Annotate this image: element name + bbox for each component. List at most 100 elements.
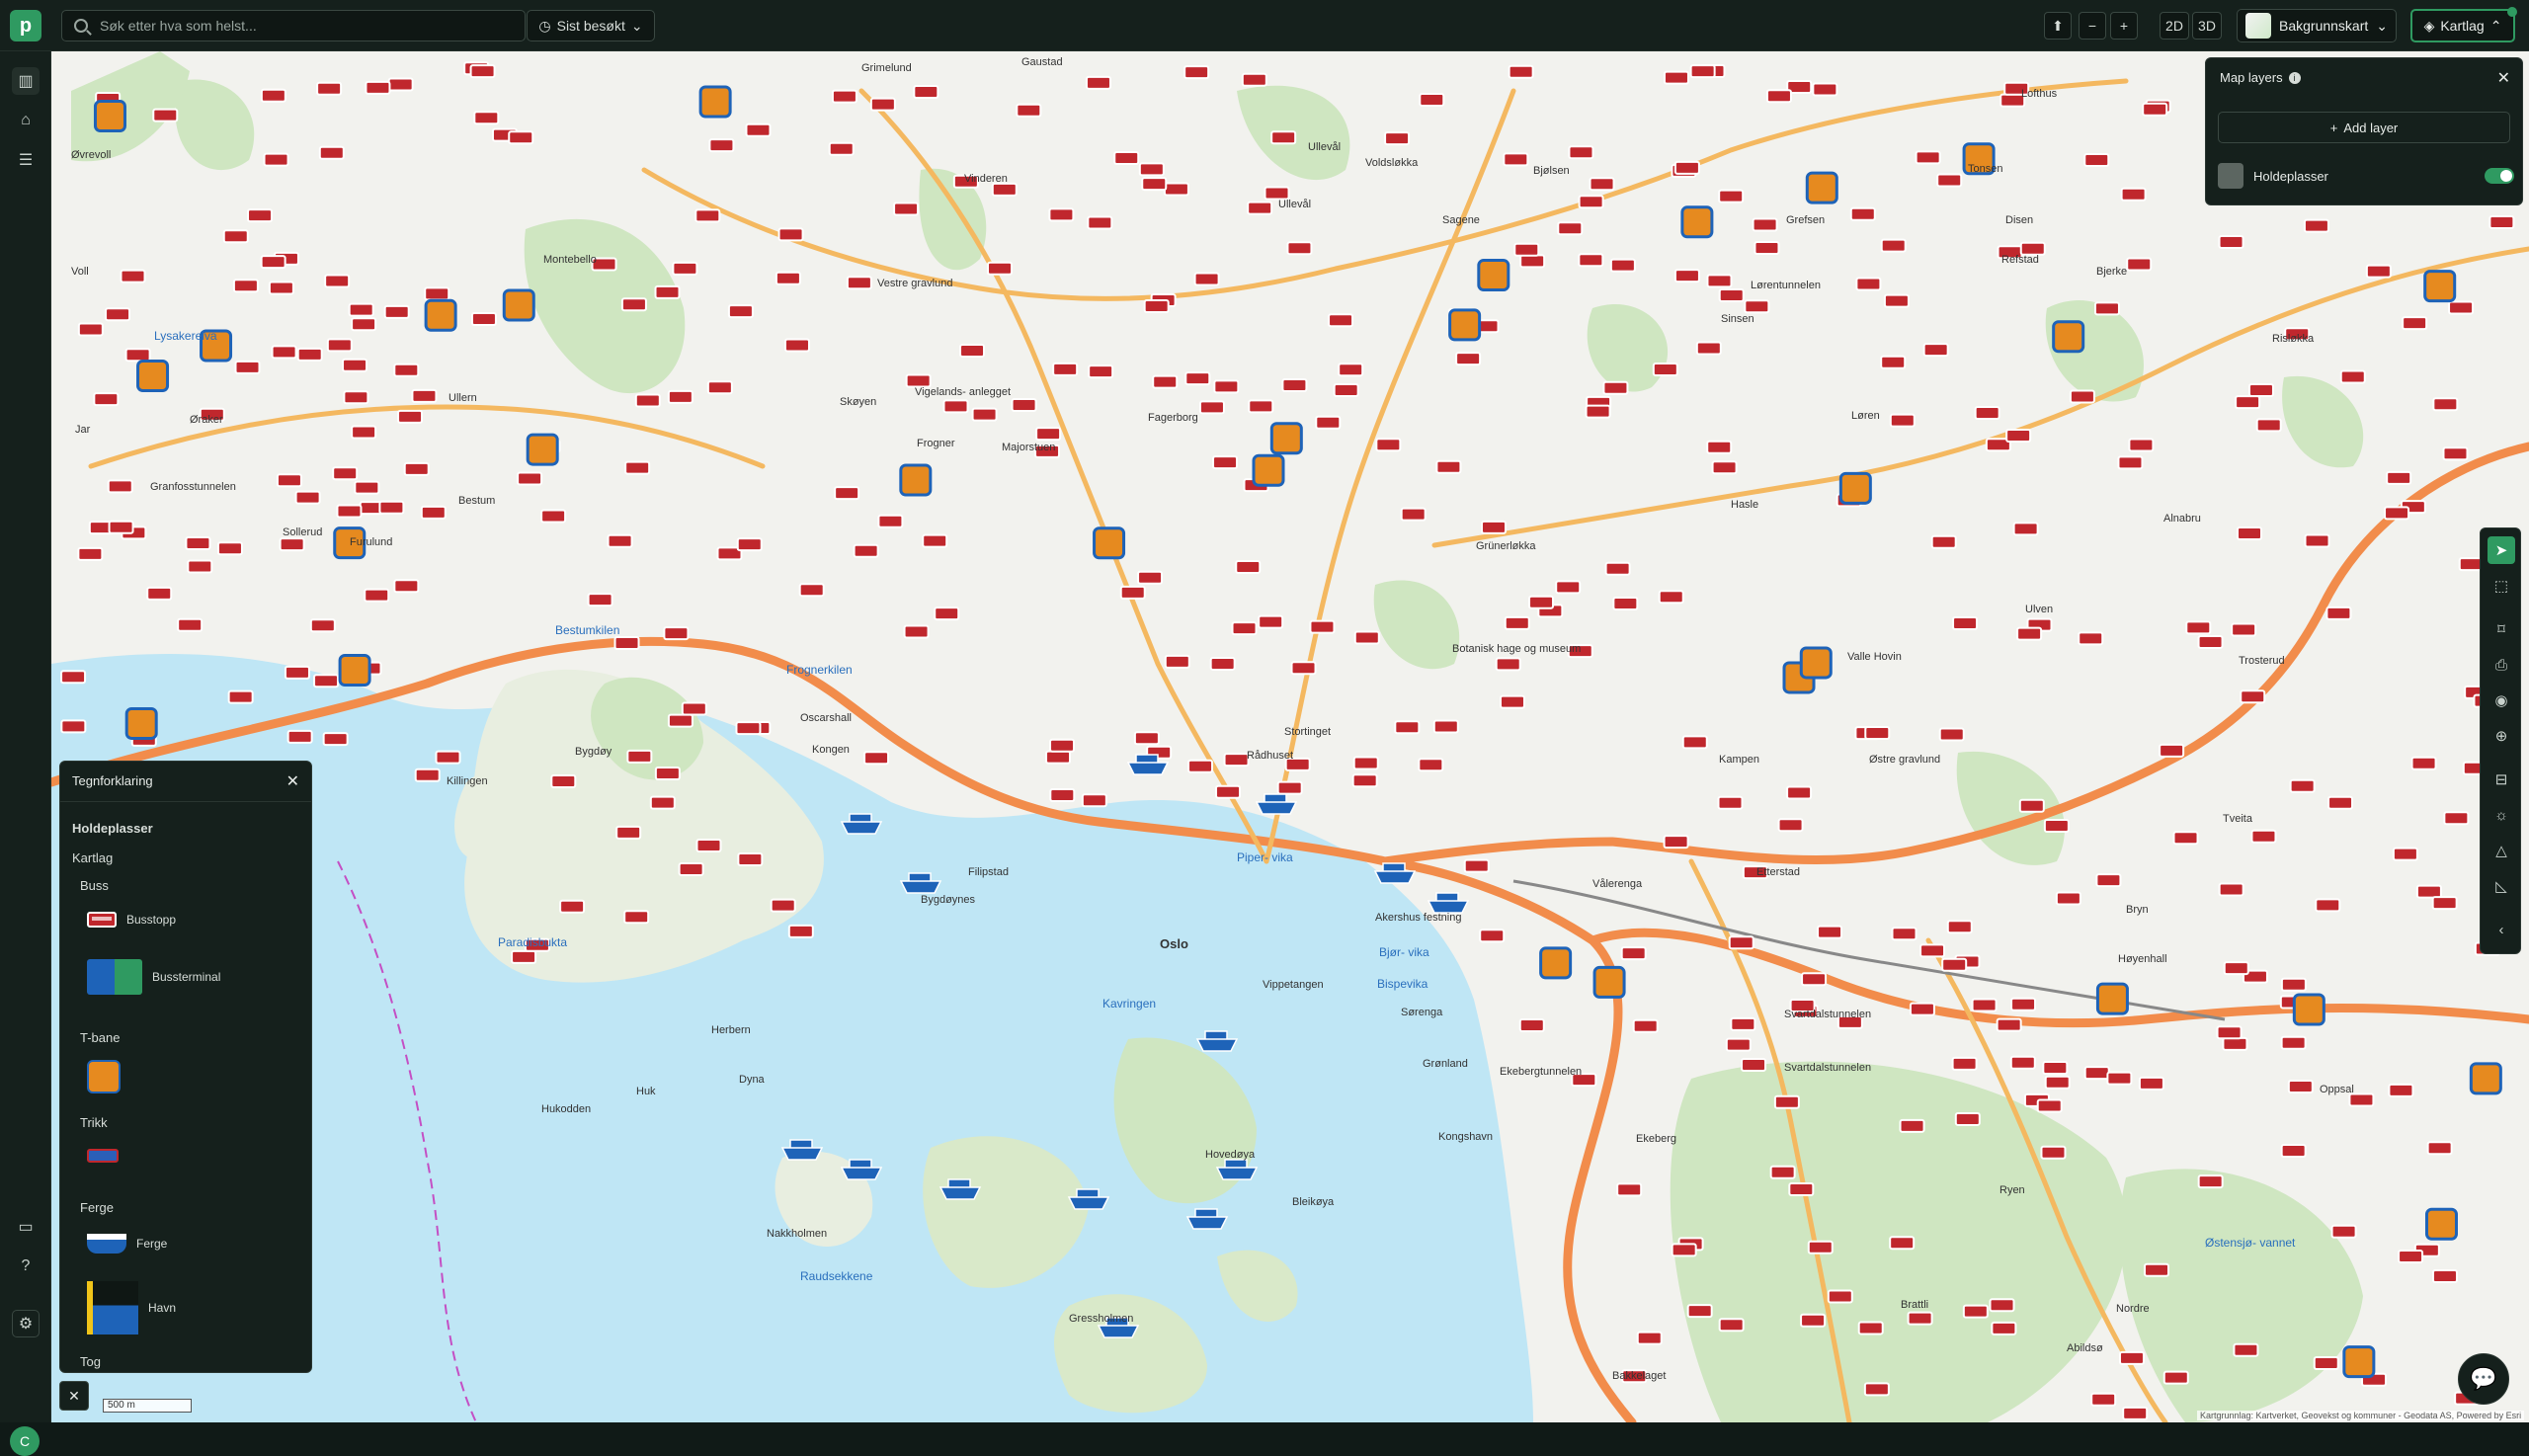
bus-stop-marker[interactable] [2287,1079,2314,1093]
bus-stop-marker[interactable] [146,586,173,601]
bus-stop-marker[interactable] [1974,406,2000,421]
bus-stop-marker[interactable] [2042,1061,2069,1076]
bus-stop-marker[interactable] [1612,597,1639,611]
bus-stop-marker[interactable] [550,773,577,788]
metro-station-marker[interactable] [2292,993,2325,1026]
bus-stop-marker[interactable] [1671,1243,1697,1257]
bus-stop-marker[interactable] [777,227,804,242]
bus-stop-marker[interactable] [2218,882,2244,897]
bus-stop-marker[interactable] [1351,773,1378,788]
metro-station-marker[interactable] [2423,270,2457,303]
bus-stop-marker[interactable] [1209,656,1236,671]
bus-stop-marker[interactable] [1880,238,1907,253]
bus-stop-marker[interactable] [2128,438,2155,452]
bus-stop-marker[interactable] [1741,1058,1767,1073]
bus-stop-marker[interactable] [1270,130,1297,145]
bus-stop-marker[interactable] [1855,277,1882,291]
bus-stop-marker[interactable] [905,373,932,388]
bus-stop-marker[interactable] [2443,811,2470,826]
bus-stop-marker[interactable] [2233,1342,2259,1357]
bus-stop-marker[interactable] [1519,254,1546,269]
bus-stop-marker[interactable] [296,347,323,362]
bus-stop-marker[interactable] [2315,898,2341,913]
bus-stop-marker[interactable] [1198,400,1225,415]
bus-stop-marker[interactable] [2426,1141,2453,1156]
bus-stop-marker[interactable] [783,338,810,353]
bus-stop-marker[interactable] [2231,622,2257,637]
bus-stop-marker[interactable] [105,307,131,322]
bus-stop-marker[interactable] [1384,131,1411,146]
bus-stop-marker[interactable] [1011,398,1037,413]
bus-stop-marker[interactable] [2222,1036,2248,1051]
bus-stop-marker[interactable] [1695,341,1722,356]
bus-stop-marker[interactable] [1632,1018,1659,1033]
metro-station-marker[interactable] [1592,965,1626,999]
bus-stop-marker[interactable] [1849,206,1876,221]
bus-stop-marker[interactable] [1281,378,1308,393]
bus-stop-marker[interactable] [959,343,986,358]
bus-stop-marker[interactable] [2159,743,2185,758]
bus-stop-marker[interactable] [1518,1017,1545,1032]
bus-stop-marker[interactable] [623,910,650,925]
bus-stop-marker[interactable] [411,388,438,403]
bus-stop-marker[interactable] [318,145,345,160]
bus-stop-marker[interactable] [654,767,681,781]
bus-stop-marker[interactable] [798,583,825,598]
bus-stop-marker[interactable] [1049,787,1076,802]
close-icon[interactable]: ✕ [286,771,299,791]
bus-stop-marker[interactable] [828,141,855,156]
bus-stop-marker[interactable] [435,750,461,765]
bus-stop-marker[interactable] [2280,977,2307,992]
bus-stop-marker[interactable] [834,486,860,501]
bus-stop-marker[interactable] [2197,634,2224,649]
bus-stop-marker[interactable] [2250,829,2277,844]
bus-stop-marker[interactable] [414,768,441,782]
bus-stop-marker[interactable] [2402,316,2428,331]
bus-stop-marker[interactable] [2019,241,2046,256]
bus-stop-marker[interactable] [2197,1174,2224,1189]
bus-stop-marker[interactable] [2448,300,2475,315]
bus-stop-marker[interactable] [473,111,500,125]
bus-stop-marker[interactable] [1673,269,1700,283]
bus-stop-marker[interactable] [232,279,259,293]
bus-stop-marker[interactable] [2040,1145,2067,1160]
bus-stop-marker[interactable] [187,559,213,574]
bus-stop-marker[interactable] [271,345,297,360]
bus-stop-marker[interactable] [332,466,359,481]
bus-stop-marker[interactable] [1187,759,1214,773]
bus-stop-marker[interactable] [1152,374,1179,389]
bus-stop-marker[interactable] [1513,242,1540,257]
metro-station-marker[interactable] [2469,1062,2502,1095]
bus-stop-marker[interactable] [853,543,879,558]
bus-stop-marker[interactable] [694,208,721,223]
bus-stop-marker[interactable] [1589,177,1615,192]
bus-stop-marker[interactable] [2012,522,2039,536]
bus-stop-marker[interactable] [1353,630,1380,645]
bus-stop-marker[interactable] [2255,418,2282,433]
app-logo[interactable]: p [10,10,41,41]
bus-stop-marker[interactable] [1463,858,1490,873]
bus-stop-marker[interactable] [1773,1094,1800,1109]
metro-station-marker[interactable] [1799,646,1833,680]
bus-stop-marker[interactable] [1880,355,1907,369]
bus-stop-marker[interactable] [634,393,661,408]
bus-stop-marker[interactable] [913,85,939,100]
bus-stop-marker[interactable] [1777,818,1804,833]
bus-stop-marker[interactable] [1193,272,1220,286]
bus-stop-marker[interactable] [511,949,537,964]
bus-stop-marker[interactable] [336,504,363,519]
bus-stop-marker[interactable] [1620,946,1647,961]
bookmark-icon[interactable]: ⌑ [2488,615,2515,643]
bus-stop-marker[interactable] [1718,189,1745,203]
bus-stop-marker[interactable] [1113,151,1140,166]
metro-station-marker[interactable] [1838,471,1872,505]
bus-stop-marker[interactable] [378,500,405,515]
bus-stop-marker[interactable] [1578,195,1604,209]
close-icon[interactable]: ✕ [59,1381,89,1411]
bus-stop-marker[interactable] [1812,82,1838,97]
bus-stop-marker[interactable] [1952,616,1979,631]
metro-station-marker[interactable] [338,654,371,688]
bus-stop-marker[interactable] [1889,1236,1916,1251]
bus-stop-marker[interactable] [1508,64,1534,79]
bus-stop-marker[interactable] [1578,253,1604,268]
